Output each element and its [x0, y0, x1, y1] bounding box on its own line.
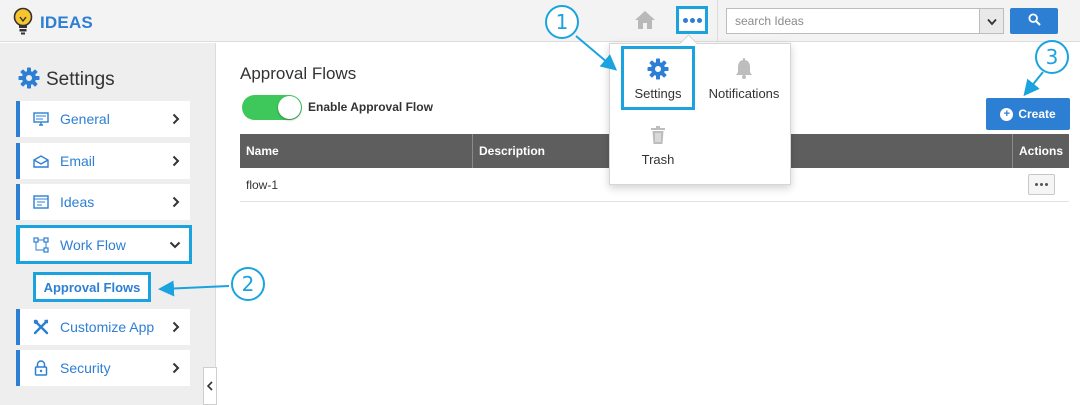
column-header-name[interactable]: Name — [240, 134, 473, 168]
more-dots-icon-dot — [696, 17, 702, 23]
bell-icon — [734, 56, 754, 82]
dropdown-item-label: Notifications — [708, 85, 780, 101]
sidebar-item-label: Email — [60, 153, 96, 169]
home-icon — [634, 10, 656, 33]
caret-down-icon — [986, 14, 997, 29]
dropdown-item-notifications[interactable]: Notifications — [700, 48, 788, 108]
search-scope-dropdown[interactable] — [979, 9, 1003, 33]
sidebar-item-label: Security — [60, 360, 111, 376]
annotation-callout-3: 3 — [1035, 40, 1069, 74]
dropdown-item-label: Trash — [641, 151, 675, 167]
cell-name[interactable]: flow-1 — [240, 178, 473, 192]
more-menu-dropdown: Settings Notifications Trash — [609, 43, 791, 185]
sidebar-item-label: Ideas — [60, 194, 95, 210]
sidebar-item-label: Customize App — [60, 319, 155, 335]
search-button[interactable] — [1010, 8, 1058, 34]
create-button[interactable]: + Create — [986, 98, 1070, 130]
row-actions-button[interactable] — [1027, 174, 1055, 195]
dropdown-item-trash[interactable]: Trash — [623, 116, 693, 172]
annotation-arrow-3 — [1023, 71, 1044, 97]
sidebar-item-email[interactable]: Email — [16, 143, 190, 179]
more-dots-icon-dot — [689, 17, 695, 23]
monitor-icon — [32, 110, 50, 128]
sidebar: Settings General Email Ideas Work Flow C… — [0, 43, 217, 405]
dropdown-item-label: Settings — [634, 85, 682, 101]
app-logo[interactable]: IDEAS — [12, 7, 93, 38]
toggle-knob — [278, 96, 301, 119]
sidebar-item-ideas[interactable]: Ideas — [16, 184, 190, 220]
sidebar-item-customize-app[interactable]: Customize App — [16, 309, 190, 345]
home-button[interactable] — [631, 8, 659, 34]
more-menu-button[interactable] — [676, 6, 708, 34]
enable-approval-flow-toggle[interactable] — [242, 95, 302, 120]
sidebar-subitem-approval-flows[interactable]: Approval Flows — [33, 272, 151, 302]
cell-actions — [1013, 174, 1069, 195]
more-dots-icon — [1034, 183, 1038, 186]
chevron-right-icon — [168, 111, 184, 127]
topbar-divider — [717, 0, 718, 42]
app-title: IDEAS — [40, 12, 93, 32]
chevron-right-icon — [168, 194, 184, 210]
more-dots-icon-dot — [1044, 183, 1048, 186]
column-header-actions: Actions — [1018, 144, 1063, 158]
annotation-callout-2: 2 — [231, 267, 265, 301]
annotation-callout-1: 1 — [545, 5, 579, 39]
gear-icon — [647, 56, 669, 82]
dropdown-item-settings[interactable]: Settings — [621, 46, 695, 110]
more-dots-icon — [682, 17, 688, 23]
search-icon — [1027, 13, 1041, 29]
sidebar-item-security[interactable]: Security — [16, 350, 190, 386]
sidebar-item-workflow[interactable]: Work Flow — [16, 225, 192, 264]
trash-icon — [650, 122, 666, 148]
chevron-right-icon — [168, 153, 184, 169]
chevron-down-icon — [167, 237, 183, 253]
lock-icon — [32, 359, 50, 377]
plus-circle-icon: + — [1000, 107, 1014, 121]
sidebar-title: Settings — [46, 68, 115, 90]
tools-icon — [32, 318, 50, 336]
envelope-icon — [32, 152, 50, 170]
toggle-label: Enable Approval Flow — [308, 100, 433, 114]
lightbulb-icon — [12, 7, 34, 38]
chevron-left-icon — [206, 379, 213, 394]
chevron-right-icon — [168, 319, 184, 335]
chevron-right-icon — [168, 360, 184, 376]
search-box — [726, 8, 1004, 34]
search-input[interactable] — [727, 9, 979, 33]
sidebar-collapse-handle[interactable] — [203, 367, 217, 405]
create-button-label: Create — [1018, 107, 1056, 121]
window-icon — [32, 193, 50, 211]
sidebar-item-general[interactable]: General — [16, 101, 190, 137]
sidebar-subitem-label: Approval Flows — [43, 279, 141, 295]
sidebar-item-label: Work Flow — [60, 236, 126, 253]
top-bar: IDEAS — [0, 0, 1080, 42]
sidebar-item-label: General — [60, 111, 110, 127]
gear-icon — [18, 67, 40, 92]
page-title: Approval Flows — [240, 64, 357, 83]
sidebar-header: Settings — [18, 67, 115, 92]
workflow-icon — [32, 236, 50, 254]
more-dots-icon-dot — [1039, 183, 1043, 186]
